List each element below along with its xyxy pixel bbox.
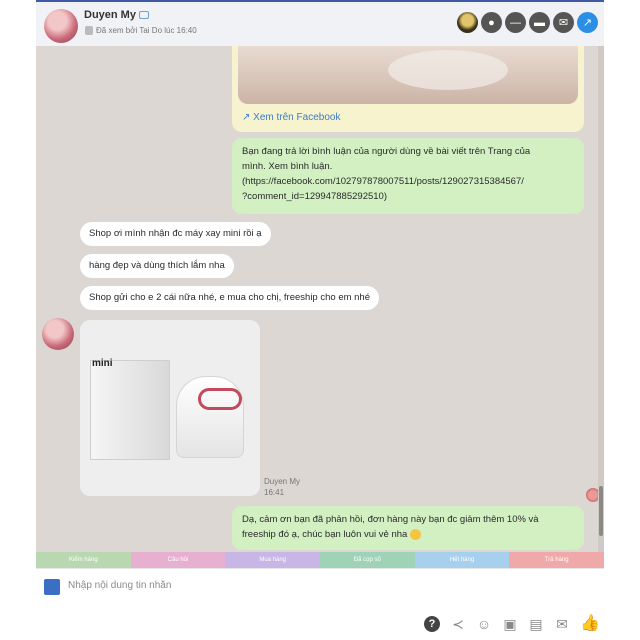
message-list[interactable]: ↗ Xem trên Facebook Bạn đang trả lời bìn… [36, 46, 604, 552]
quick-reply-icon[interactable]: ✉ [554, 616, 570, 632]
facebook-post-card: ↗ Xem trên Facebook [232, 46, 584, 132]
tag-tra-hang[interactable]: Trả hàng [509, 552, 605, 568]
incoming-message: Shop ơi mình nhận đc máy xay mini rồi ạ [80, 222, 271, 246]
composer [36, 568, 604, 608]
reply-notice-line: mình. Xem bình luận. [242, 161, 333, 172]
view-on-facebook-link[interactable]: ↗ Xem trên Facebook [242, 112, 340, 123]
seen-status: Đã xem bởi Tai Do lúc 16:40 [96, 26, 197, 35]
tag-het-hang[interactable]: Hết hàng [414, 552, 510, 568]
sender-time: 16:41 [264, 488, 285, 497]
tag-mua-hang[interactable]: Mua hàng [225, 552, 321, 568]
verified-icon [138, 11, 149, 20]
help-icon[interactable]: ? [424, 616, 440, 632]
tag-kiem-hang[interactable]: Kiểm hàng [36, 552, 131, 568]
sender-meta: Duyen My 16:41 [264, 476, 300, 498]
smile-emoji-icon [409, 528, 421, 540]
sender-name: Duyen My [264, 477, 301, 486]
open-external-icon[interactable]: ↗ [577, 12, 598, 33]
box-label: mini [92, 358, 113, 369]
archive-icon[interactable]: ▬ [529, 12, 550, 33]
header-tools: ● — ▬ ✉ ↗ [457, 12, 598, 33]
chat-app: Duyen My Đã xem bởi Tai Do lúc 16:40 ● —… [36, 0, 605, 640]
product-lid [198, 388, 242, 410]
avatar[interactable] [44, 9, 78, 43]
minus-icon[interactable]: — [505, 12, 526, 33]
post-image [238, 46, 578, 104]
tag-cau-hoi[interactable]: Câu hỏi [130, 552, 226, 568]
reply-notice-line: (https://facebook.com/102797878007511/po… [242, 176, 524, 187]
sticker-icon[interactable]: ▣ [502, 616, 518, 632]
inbox-icon[interactable]: ✉ [553, 12, 574, 33]
outgoing-line-with-emoji: freeship đó ạ, chúc bạn luôn vui vẻ nha [242, 527, 574, 542]
reply-notice-line: ?comment_id=129947885292510) [242, 191, 387, 202]
emoji-icon[interactable]: ☺ [476, 616, 492, 632]
seen-icon [85, 26, 93, 35]
message-input[interactable] [68, 580, 468, 591]
incoming-message: hàng đẹp và dùng thích lắm nha [80, 254, 234, 278]
quick-tags: Kiểm hàng Câu hỏi Mua hàng Đã cọp số Hết… [36, 552, 605, 568]
reply-notice-bubble: Bạn đang trả lời bình luận của người dùn… [232, 138, 584, 214]
incoming-message: Shop gửi cho e 2 cái nữa nhé, e mua cho … [80, 286, 380, 310]
image-message[interactable]: mini [80, 320, 260, 496]
composer-toolbar: ? ≺ ☺ ▣ ▤ ✉ 👍 [36, 608, 604, 640]
like-icon[interactable]: 👍 [580, 616, 600, 632]
outgoing-line: Dạ, cảm ơn bạn đã phản hồi, đơn hàng này… [242, 514, 539, 525]
share-icon[interactable]: ≺ [450, 616, 466, 632]
scroll-thumb[interactable] [599, 486, 603, 536]
page-avatar-icon[interactable] [457, 12, 478, 33]
product-box [90, 360, 170, 460]
conversation-header: Duyen My Đã xem bởi Tai Do lúc 16:40 ● —… [36, 0, 604, 46]
contact-name[interactable]: Duyen My [84, 9, 149, 21]
page-icon [44, 579, 60, 595]
tag-da-cop-so[interactable]: Đã cọp số [320, 552, 415, 568]
sender-avatar[interactable] [42, 318, 74, 350]
scrollbar[interactable] [598, 46, 604, 552]
reply-notice-line: Bạn đang trả lời bình luận của người dùn… [242, 146, 531, 157]
reddit-icon[interactable]: ● [481, 12, 502, 33]
outgoing-message: Dạ, cảm ơn bạn đã phản hồi, đơn hàng này… [232, 506, 584, 550]
image-icon[interactable]: ▤ [528, 616, 544, 632]
